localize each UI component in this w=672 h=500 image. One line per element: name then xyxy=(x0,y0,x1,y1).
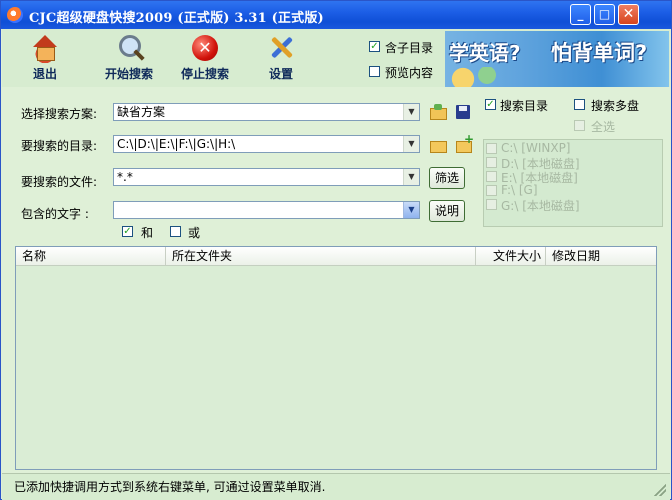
filter-button[interactable]: 筛选 xyxy=(429,167,465,189)
app-icon[interactable] xyxy=(7,7,23,23)
search-multi-checkbox[interactable] xyxy=(574,99,585,110)
start-search-button[interactable]: 开始搜索 xyxy=(100,33,158,82)
house-icon xyxy=(29,33,61,63)
directories-input[interactable]: C:\|D:\|E:\|F:\|G:\|H:\ ▼ xyxy=(113,135,420,153)
banner-decoration xyxy=(445,67,505,87)
drive-checkbox-d[interactable] xyxy=(486,157,497,168)
settings-button[interactable]: 设置 xyxy=(256,33,306,82)
column-size[interactable]: 文件大小 xyxy=(476,247,546,265)
and-checkbox[interactable]: ✓ xyxy=(122,226,133,237)
search-multi-label: 搜索多盘 xyxy=(591,99,640,113)
include-subdirs-checkbox[interactable]: ✓ xyxy=(369,41,380,52)
drive-checkbox-f[interactable] xyxy=(486,185,497,196)
help-button[interactable]: 说明 xyxy=(429,200,465,222)
browse-folder-icon[interactable] xyxy=(429,137,447,153)
stop-search-button[interactable]: 停止搜索 xyxy=(176,33,234,82)
chevron-down-icon[interactable]: ▼ xyxy=(403,136,419,152)
app-window: CJC超级硬盘快搜2009 (正式版) 3.31 (正式版) _ □ ✕ 退出 … xyxy=(0,0,672,500)
drive-label-g: G:\ [本地磁盘] xyxy=(501,199,580,213)
scheme-label: 选择搜索方案: xyxy=(21,107,98,121)
title-bar: CJC超级硬盘快搜2009 (正式版) 3.31 (正式版) _ □ ✕ xyxy=(1,1,671,29)
ad-banner[interactable]: 学英语? 怕背单词? xyxy=(445,31,669,87)
files-value: *.* xyxy=(117,170,133,184)
status-bar: 已添加快捷调用方式到系统右键菜单, 可通过设置菜单取消. xyxy=(2,473,670,500)
chevron-down-icon[interactable]: ▼ xyxy=(403,104,419,120)
banner-text-right: 怕背单词? xyxy=(551,41,648,65)
maximize-button[interactable]: □ xyxy=(594,4,615,25)
column-name[interactable]: 名称 xyxy=(16,247,166,265)
tools-icon xyxy=(265,33,297,63)
text-label: 包含的文字 : xyxy=(21,207,89,221)
or-checkbox[interactable] xyxy=(170,226,181,237)
open-scheme-icon[interactable] xyxy=(429,104,447,120)
settings-label: 设置 xyxy=(268,67,293,81)
scheme-select[interactable]: 缺省方案 ▼ xyxy=(113,103,420,121)
drive-label-c: C:\ [WINXP] xyxy=(501,141,571,155)
column-date[interactable]: 修改日期 xyxy=(546,247,656,265)
stop-icon xyxy=(189,33,221,63)
exit-label: 退出 xyxy=(32,67,57,81)
preview-content-label: 预览内容 xyxy=(385,66,434,80)
exit-button[interactable]: 退出 xyxy=(18,33,72,82)
text-input[interactable]: ▼ xyxy=(113,201,420,219)
close-button[interactable]: ✕ xyxy=(618,4,639,25)
directories-label: 要搜索的目录: xyxy=(21,139,98,153)
add-folder-icon[interactable] xyxy=(455,132,474,153)
magnifier-icon xyxy=(113,33,145,63)
search-dirs-checkbox[interactable]: ✓ xyxy=(485,99,496,110)
directories-value: C:\|D:\|E:\|F:\|G:\|H:\ xyxy=(117,137,236,151)
and-label: 和 xyxy=(141,226,154,240)
drive-label-f: F:\ [G] xyxy=(501,183,538,197)
or-label: 或 xyxy=(188,226,201,240)
preview-content-checkbox[interactable] xyxy=(369,66,380,77)
stop-search-label: 停止搜索 xyxy=(180,67,229,81)
drive-checkbox-g[interactable] xyxy=(486,199,497,210)
drive-checkbox-e[interactable] xyxy=(486,171,497,182)
files-input[interactable]: *.* ▼ xyxy=(113,168,420,186)
drive-list: C:\ [WINXP] D:\ [本地磁盘] E:\ [本地磁盘] F:\ [G… xyxy=(483,139,663,227)
column-folder[interactable]: 所在文件夹 xyxy=(166,247,476,265)
select-all-label: 全选 xyxy=(591,120,616,134)
include-subdirs-label: 含子目录 xyxy=(385,41,434,55)
results-list[interactable]: 名称 所在文件夹 文件大小 修改日期 xyxy=(15,246,657,470)
banner-text-left: 学英语? xyxy=(449,41,521,65)
window-title: CJC超级硬盘快搜2009 (正式版) 3.31 (正式版) xyxy=(29,11,324,26)
select-all-checkbox[interactable] xyxy=(574,120,585,131)
save-scheme-icon[interactable] xyxy=(455,104,472,120)
drive-checkbox-c[interactable] xyxy=(486,143,497,154)
chevron-down-icon[interactable]: ▼ xyxy=(403,169,419,185)
scheme-value: 缺省方案 xyxy=(117,105,166,119)
resize-grip-icon[interactable] xyxy=(654,484,666,496)
start-search-label: 开始搜索 xyxy=(104,67,153,81)
chevron-down-icon[interactable]: ▼ xyxy=(403,202,419,218)
minimize-button[interactable]: _ xyxy=(570,4,591,25)
status-text: 已添加快捷调用方式到系统右键菜单, 可通过设置菜单取消. xyxy=(14,480,326,494)
files-label: 要搜索的文件: xyxy=(21,175,98,189)
search-dirs-label: 搜索目录 xyxy=(500,99,549,113)
results-header: 名称 所在文件夹 文件大小 修改日期 xyxy=(16,247,656,266)
